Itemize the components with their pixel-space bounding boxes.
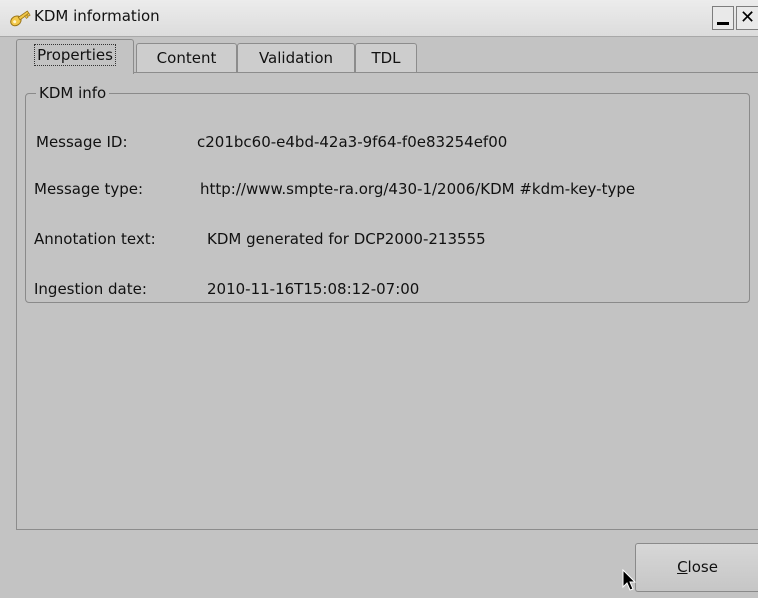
- key-icon: [10, 10, 31, 27]
- tab-content[interactable]: Content: [136, 43, 237, 73]
- ingestion-date-label: Ingestion date:: [34, 280, 147, 298]
- close-button[interactable]: Close: [635, 543, 758, 592]
- annotation-text-label: Annotation text:: [34, 230, 156, 248]
- title-bar: KDM information ✕: [0, 0, 758, 37]
- tab-label: Content: [156, 49, 217, 67]
- mouse-pointer-icon: [622, 569, 637, 591]
- tab-validation[interactable]: Validation: [237, 43, 355, 73]
- message-type-label: Message type:: [34, 180, 144, 198]
- window-close-button[interactable]: ✕: [736, 6, 758, 30]
- ingestion-date-value: 2010-11-16T15:08:12-07:00: [207, 280, 420, 298]
- minimize-button[interactable]: [712, 6, 734, 30]
- close-icon: ✕: [740, 7, 756, 28]
- message-id-label: Message ID:: [36, 133, 128, 151]
- tab-label: Properties: [34, 44, 116, 66]
- group-title: KDM info: [36, 83, 110, 103]
- tab-tdl[interactable]: TDL: [355, 43, 417, 73]
- close-mnemonic: C: [677, 558, 688, 576]
- window-title: KDM information: [34, 7, 160, 25]
- message-type-value: http://www.smpte-ra.org/430-1/2006/KDM #…: [200, 180, 636, 198]
- message-id-value: c201bc60-e4bd-42a3-9f64-f0e83254ef00: [197, 133, 508, 151]
- annotation-text-value: KDM generated for DCP2000-213555: [207, 230, 486, 248]
- tab-label: TDL: [371, 49, 401, 67]
- close-label-rest: lose: [687, 558, 718, 576]
- tab-label: Validation: [258, 49, 334, 67]
- kdm-info-group: KDM info Message ID: c201bc60-e4bd-42a3-…: [25, 83, 750, 303]
- tab-properties[interactable]: Properties: [16, 39, 134, 74]
- properties-panel: KDM info Message ID: c201bc60-e4bd-42a3-…: [16, 72, 758, 530]
